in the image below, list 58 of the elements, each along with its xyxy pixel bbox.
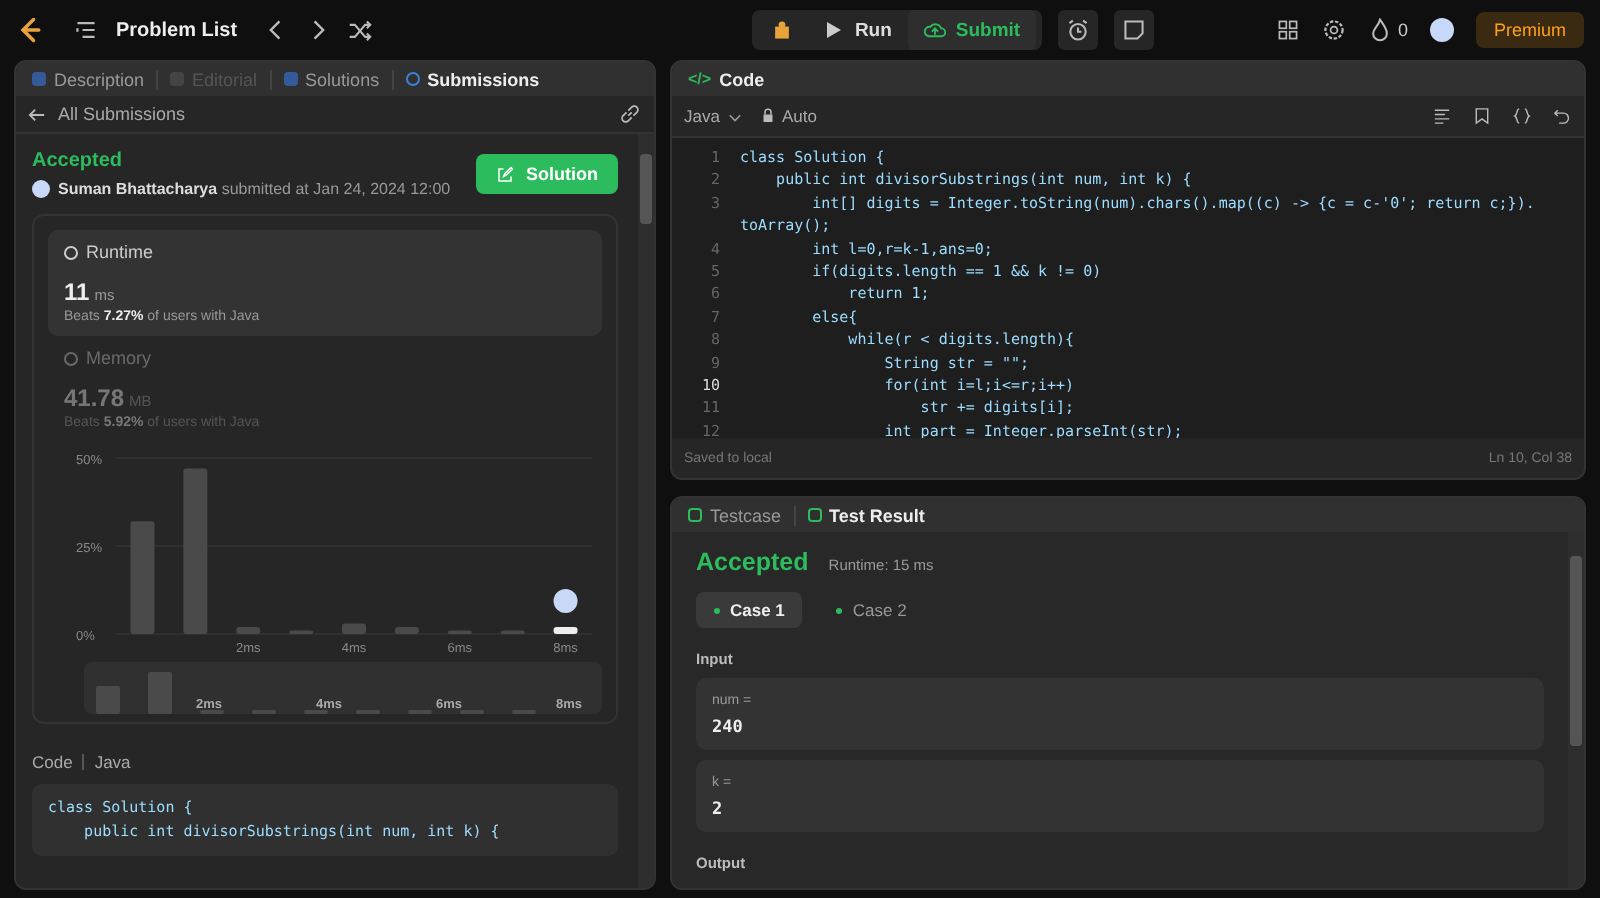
submission-info: Suman Bhattacharya submitted at Jan 24, 2024 12:00 — [58, 180, 451, 198]
panel-tab[interactable]: Submissions — [405, 69, 540, 89]
streak-count: 0 — [1397, 20, 1408, 40]
scrollbar[interactable] — [638, 134, 654, 888]
language-label: Java — [94, 752, 131, 772]
run-button[interactable]: Run — [806, 10, 908, 50]
logo-icon[interactable] — [16, 16, 44, 44]
stat-title: Memory — [64, 348, 586, 368]
variable-value: 240 — [712, 718, 745, 738]
avatar[interactable] — [1429, 18, 1454, 42]
note-icon[interactable] — [1114, 10, 1155, 50]
play-icon — [822, 20, 845, 40]
grid-icon[interactable] — [1275, 18, 1300, 42]
list-icon — [74, 18, 98, 42]
submit-button[interactable]: Submit — [907, 10, 1037, 50]
language-dropdown[interactable]: Java — [684, 106, 742, 126]
alarm-clock-icon[interactable] — [1058, 10, 1099, 50]
result-status: Accepted — [696, 548, 809, 576]
bookmark-icon[interactable] — [1472, 106, 1492, 126]
premium-button[interactable]: Premium — [1475, 12, 1584, 48]
undo-icon[interactable] — [1552, 106, 1572, 126]
avatar — [32, 180, 50, 198]
panel-tab[interactable]: Test Result — [807, 505, 925, 525]
braces-icon[interactable] — [1512, 106, 1532, 126]
avatar-marker — [553, 588, 578, 613]
lock-icon — [761, 108, 774, 124]
edit-icon — [496, 165, 514, 183]
settings-icon[interactable] — [1321, 18, 1346, 42]
stat-value: 11 — [64, 278, 90, 306]
tab-icon — [283, 72, 298, 86]
back-arrow-icon — [28, 105, 46, 123]
variable-value: 2 — [712, 800, 725, 820]
caret-icon — [727, 109, 742, 123]
scrollbar[interactable] — [1568, 532, 1584, 888]
case-tab[interactable]: Case 2 — [818, 592, 925, 628]
panel-title: </> Code — [688, 69, 765, 89]
stat-value: 41.78 — [64, 384, 125, 412]
all-submissions-link[interactable]: All Submissions — [28, 104, 186, 124]
clock-icon — [64, 351, 78, 365]
cloud-upload-icon — [923, 20, 946, 40]
link-icon[interactable] — [618, 102, 642, 126]
panel-tab[interactable]: Solutions — [283, 69, 380, 89]
code-icon: </> — [688, 70, 712, 88]
status-label: Accepted — [32, 150, 125, 172]
panel-tab[interactable]: Testcase — [688, 505, 782, 525]
code-label: Code — [32, 752, 73, 772]
tab-icon — [807, 508, 822, 522]
shuffle-icon[interactable] — [347, 18, 372, 42]
format-icon[interactable] — [1432, 106, 1452, 126]
tab-icon — [405, 72, 420, 86]
problem-list-link[interactable]: Problem List — [116, 19, 238, 41]
tab-icon — [688, 508, 702, 522]
auto-mode-toggle[interactable]: Auto — [761, 106, 817, 126]
case-tab[interactable]: Case 1 — [696, 592, 803, 628]
panel-tab[interactable]: Description — [32, 69, 145, 89]
clock-icon — [64, 245, 78, 259]
tab-icon — [32, 72, 46, 86]
stat-title: Runtime — [64, 242, 586, 262]
